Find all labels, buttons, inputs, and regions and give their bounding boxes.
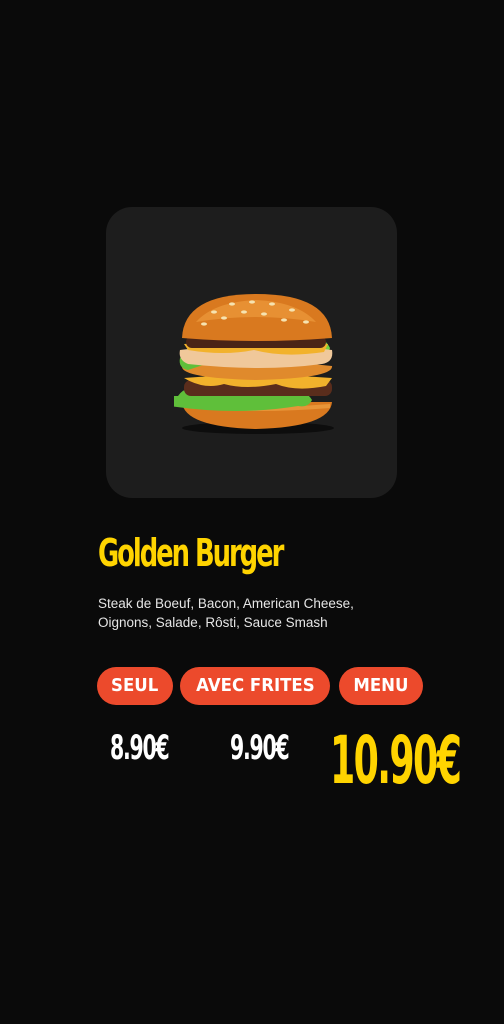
price-avec-frites: 9.90€ xyxy=(230,728,290,768)
option-avec-frites-button[interactable]: AVEC FRITES xyxy=(180,667,330,705)
option-menu-label: MENU xyxy=(353,675,409,696)
price-seul: 8.90€ xyxy=(110,728,170,768)
product-page: { "product": { "name": "Golden Burger", … xyxy=(0,0,504,1024)
burger-image xyxy=(174,294,334,434)
price-menu: 10.90€ xyxy=(330,722,462,799)
option-avec-frites-label: AVEC FRITES xyxy=(195,675,315,696)
product-description: Steak de Boeuf, Bacon, American Cheese, … xyxy=(98,596,354,630)
option-seul-label: SEUL xyxy=(111,675,159,696)
product-image-card xyxy=(106,207,397,498)
option-seul-button[interactable]: SEUL xyxy=(97,667,173,705)
option-menu-button[interactable]: MENU xyxy=(339,667,423,705)
product-title: Golden Burger xyxy=(98,531,284,575)
